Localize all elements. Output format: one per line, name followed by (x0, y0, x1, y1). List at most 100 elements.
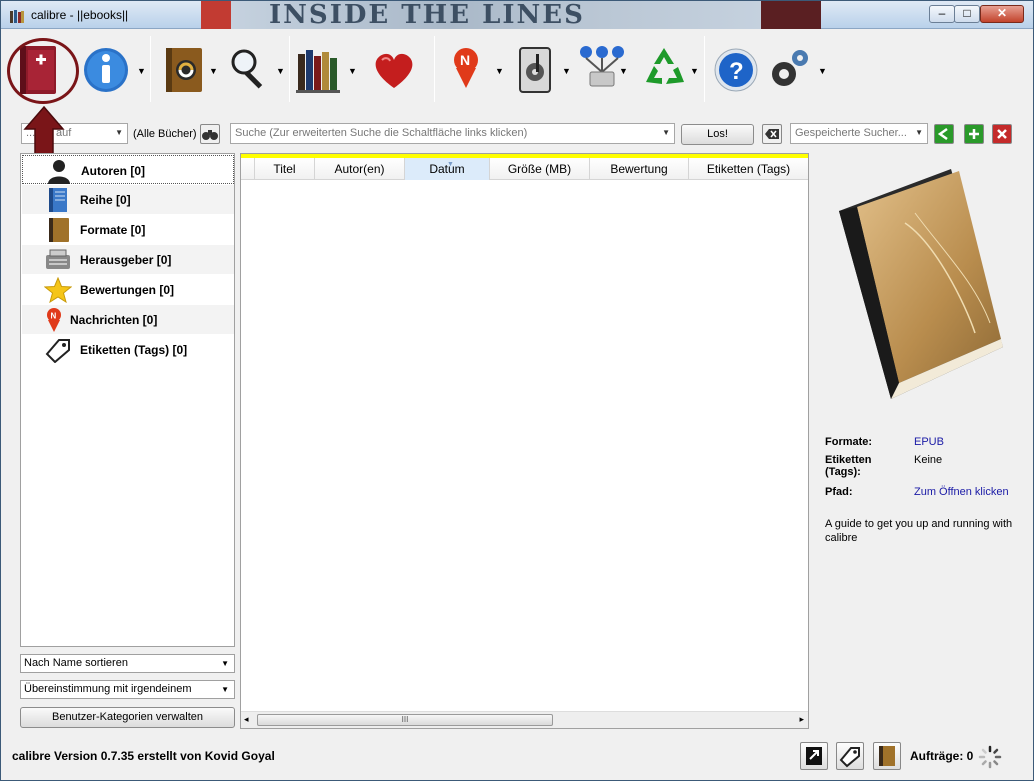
view-button[interactable] (222, 38, 278, 100)
edit-metadata-dropdown[interactable]: ▼ (137, 66, 147, 76)
toggle-cover-browser-button[interactable] (800, 742, 828, 770)
banner-decoration (761, 1, 821, 29)
rating-star-icon (44, 277, 72, 303)
tag-browser: Autoren [0] Reihe [0] Formate [0] Heraus… (20, 153, 235, 647)
column-header-date[interactable]: ▼ Datum (405, 158, 490, 180)
match-mode-combo[interactable]: Übereinstimmung mit irgendeinem ▼ (20, 680, 235, 699)
library-dropdown[interactable]: ▼ (348, 66, 358, 76)
detail-key: Formate: (825, 436, 873, 448)
info-icon (84, 48, 128, 92)
preferences-icon (772, 50, 808, 86)
close-button[interactable]: ✕ (980, 5, 1024, 23)
tag-item-tags[interactable]: Etiketten (Tags) [0] (22, 335, 234, 364)
jobs-label[interactable]: Aufträge: 0 (910, 749, 973, 763)
convert-icon (166, 48, 202, 92)
column-header-size[interactable]: Größe (MB) (490, 158, 590, 180)
tag-label: Autoren [0] (81, 164, 145, 178)
remove-books-dropdown[interactable]: ▼ (690, 66, 700, 76)
book-comment: A guide to get you up and running with c… (825, 518, 1013, 544)
chevron-down-icon: ▼ (662, 128, 670, 137)
tag-item-authors[interactable]: Autoren [0] (22, 155, 234, 184)
tag-item-formats[interactable]: Formate [0] (22, 215, 234, 244)
author-icon (48, 160, 70, 184)
scrollbar-thumb[interactable]: III (257, 714, 553, 726)
scroll-right-icon[interactable]: ▸ (799, 714, 804, 725)
horizontal-scrollbar[interactable]: ◂ III ▸ (241, 711, 808, 728)
save-search-button[interactable] (964, 124, 984, 144)
library-icon (296, 50, 340, 93)
send-to-device-dropdown[interactable]: ▼ (562, 66, 572, 76)
publisher-icon (46, 249, 70, 269)
donate-button[interactable] (366, 38, 422, 100)
send-to-device-button[interactable] (510, 38, 566, 100)
tag-icon (45, 339, 70, 363)
preferences-button[interactable] (762, 38, 818, 100)
book-details-icon (879, 746, 895, 766)
open-path-link[interactable]: Zum Öffnen klicken (914, 486, 1024, 498)
delete-saved-search-button[interactable] (992, 124, 1012, 144)
toolbar-separator (704, 36, 705, 102)
advanced-search-button[interactable] (200, 124, 220, 144)
minimize-button[interactable]: – (929, 5, 955, 23)
tag-item-publisher[interactable]: Herausgeber [0] (22, 245, 234, 274)
library-button[interactable] (292, 38, 348, 100)
help-button[interactable]: ? (708, 38, 764, 100)
binoculars-icon (202, 130, 218, 140)
convert-dropdown[interactable]: ▼ (209, 66, 219, 76)
book-cover-image[interactable] (825, 163, 1005, 413)
connect-share-dropdown[interactable]: ▼ (619, 66, 629, 76)
remove-books-button[interactable] (636, 38, 692, 100)
close-icon (994, 126, 1010, 142)
tag-label: Formate [0] (80, 223, 146, 237)
search-icon (231, 49, 263, 89)
tag-label: Etiketten (Tags) [0] (80, 343, 188, 357)
convert-books-button[interactable] (158, 38, 214, 100)
tag-item-ratings[interactable]: Bewertungen [0] (22, 275, 234, 304)
clear-search-button[interactable] (762, 124, 782, 144)
clear-icon (765, 129, 779, 139)
detail-key: Pfad: (825, 486, 853, 498)
tags-value: Keine (914, 454, 943, 466)
column-header-authors[interactable]: Autor(en) (315, 158, 405, 180)
search-placeholder: Suche (Zur erweiterten Suche die Schaltf… (235, 127, 528, 139)
search-bar: ...ken auf ▼ (Alle Bücher) Suche (Zur er… (2, 119, 1032, 149)
cover-browser-icon (806, 747, 822, 765)
column-header-tags[interactable]: Etiketten (Tags) (689, 158, 808, 180)
formats-link[interactable]: EPUB (914, 436, 1024, 448)
toolbar-separator (434, 36, 435, 102)
fetch-news-dropdown[interactable]: ▼ (495, 66, 505, 76)
maximize-button[interactable]: □ (954, 5, 980, 23)
device-icon (519, 47, 551, 93)
column-header-rating[interactable]: Bewertung (590, 158, 689, 180)
busy-spinner-icon (978, 745, 1002, 769)
fetch-news-button[interactable]: N (440, 38, 496, 100)
saved-search-combo[interactable]: Gespeicherte Sucher... ▼ (790, 123, 928, 144)
toolbar-separator (289, 36, 290, 102)
sort-by-combo[interactable]: Nach Name sortieren ▼ (20, 654, 235, 673)
plus-icon (966, 126, 982, 142)
news-icon: N (454, 48, 478, 88)
tag-label: Herausgeber [0] (80, 253, 172, 267)
tag-item-news[interactable]: N Nachrichten [0] (22, 305, 234, 334)
column-header-title[interactable]: Titel (255, 158, 315, 180)
search-input[interactable]: Suche (Zur erweiterten Suche die Schaltf… (230, 123, 675, 144)
book-details-panel: Formate: EPUB Etiketten (Tags): Keine Pf… (817, 153, 1027, 729)
view-dropdown[interactable]: ▼ (276, 66, 286, 76)
scroll-left-icon[interactable]: ◂ (244, 714, 249, 725)
search-go-button[interactable]: Los! (681, 124, 754, 145)
banner-decoration (201, 1, 231, 29)
preferences-dropdown[interactable]: ▼ (818, 66, 828, 76)
saved-search-placeholder: Gespeicherte Sucher... (795, 127, 907, 139)
copy-saved-search-button[interactable] (934, 124, 954, 144)
series-icon (49, 188, 67, 212)
tag-label: Nachrichten [0] (70, 313, 158, 327)
sort-indicator-icon: ▼ (447, 161, 454, 168)
news-icon: N (47, 308, 61, 332)
tag-item-series[interactable]: Reihe [0] (22, 185, 234, 214)
toggle-tag-browser-button[interactable] (836, 742, 864, 770)
formats-icon (49, 218, 69, 242)
manage-categories-button[interactable]: Benutzer-Kategorien verwalten (20, 707, 235, 728)
toggle-book-details-button[interactable] (873, 742, 901, 770)
edit-metadata-button[interactable] (78, 38, 134, 100)
tag-label: Bewertungen [0] (80, 283, 175, 297)
